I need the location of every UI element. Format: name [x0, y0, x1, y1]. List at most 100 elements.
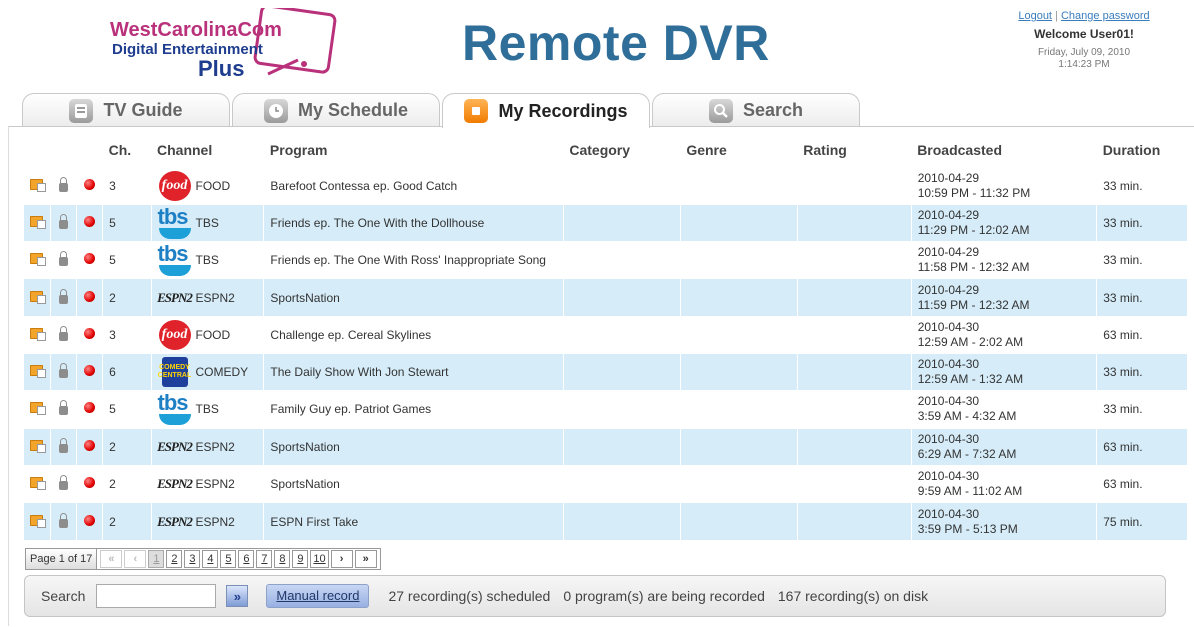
folder-icon[interactable] [30, 215, 47, 229]
page-link[interactable]: 3 [184, 550, 201, 568]
table-row[interactable]: 5 tbs TBS Friends ep. The One With the Doll… [24, 203, 1188, 242]
table-row[interactable]: 3 food FOOD Challenge ep. Cereal Skylines 20… [24, 315, 1188, 354]
cell-program: Friends ep. The One With Ross' Inappropr… [263, 241, 564, 279]
lock-icon[interactable] [58, 400, 68, 416]
record-icon [464, 99, 489, 123]
folder-icon[interactable] [30, 253, 47, 267]
table-row[interactable]: 5 tbs TBS Family Guy ep. Patriot Games 2010-… [24, 390, 1188, 429]
tab-my-recordings-label: My Recordings [498, 100, 628, 121]
manual-record-button[interactable]: Manual record [266, 584, 370, 608]
cell-broadcasted: 2010-04-29 11:58 PM - 12:32 AM [911, 241, 1098, 279]
channel-logo: COMEDY CENTRAL [158, 356, 192, 388]
record-dot-icon[interactable] [84, 365, 95, 377]
table-row[interactable]: 5 tbs TBS Friends ep. The One With Ross' In… [24, 241, 1188, 279]
folder-cell [24, 203, 51, 242]
record-dot-icon[interactable] [84, 290, 95, 302]
page-link[interactable]: 9 [292, 550, 309, 568]
scheduled-count: 27 recording(s) scheduled [388, 588, 551, 604]
record-cell [76, 278, 104, 317]
tab-my-schedule[interactable]: My Schedule [232, 93, 440, 127]
cell-program: Barefoot Contessa ep. Good Catch [263, 166, 564, 205]
folder-icon[interactable] [30, 514, 47, 528]
cell-broadcasted: 2010-04-30 3:59 PM - 5:13 PM [911, 502, 1098, 540]
cell-genre [680, 502, 798, 540]
table-row[interactable]: 3 food FOOD Barefoot Contessa ep. Good Catc… [24, 166, 1188, 205]
table-row[interactable]: 6 COMEDY CENTRAL COMEDY The Daily Show With… [24, 352, 1188, 391]
lock-icon[interactable] [58, 437, 68, 453]
record-dot-icon[interactable] [84, 439, 95, 451]
last-page-button[interactable]: » [354, 550, 377, 568]
folder-icon[interactable] [30, 290, 47, 304]
record-dot-icon[interactable] [84, 215, 95, 227]
record-dot-icon[interactable] [84, 178, 95, 190]
folder-cell [24, 241, 51, 279]
cell-ch: 2 [102, 427, 152, 466]
folder-cell [24, 390, 51, 429]
header-duration[interactable]: Duration [1097, 133, 1188, 167]
lock-icon[interactable] [58, 363, 68, 379]
table-row[interactable]: 2 ESPN2 ESPN2 SportsNation 2010-04-29 11:59 P… [24, 278, 1188, 317]
page-link[interactable]: 8 [274, 550, 291, 568]
header-ch[interactable]: Ch. [103, 133, 151, 167]
tab-my-schedule-label: My Schedule [297, 100, 409, 120]
header-program[interactable]: Program [264, 133, 563, 167]
folder-icon[interactable] [30, 477, 47, 491]
page-link[interactable]: 2 [166, 550, 183, 568]
folder-icon[interactable] [30, 365, 47, 379]
first-page-button: « [100, 550, 123, 568]
header-category[interactable]: Category [563, 133, 680, 167]
cell-category [563, 278, 681, 317]
tab-my-recordings[interactable]: My Recordings [442, 93, 650, 128]
folder-icon[interactable] [30, 178, 47, 192]
table-row[interactable]: 2 ESPN2 ESPN2 ESPN First Take 2010-04-30 3:59… [24, 502, 1188, 540]
header-rating[interactable]: Rating [797, 133, 911, 167]
lock-icon[interactable] [58, 251, 68, 267]
lock-icon[interactable] [58, 213, 68, 229]
record-dot-icon[interactable] [84, 514, 95, 526]
table-row[interactable]: 2 ESPN2 ESPN2 SportsNation 2010-04-30 9:59 AM… [24, 464, 1188, 503]
broadcast-date: 2010-04-30 [917, 357, 980, 372]
record-dot-icon[interactable] [84, 402, 95, 414]
record-dot-icon[interactable] [84, 327, 95, 339]
cell-program: The Daily Show With Jon Stewart [263, 352, 564, 391]
folder-cell [24, 464, 51, 503]
lock-icon[interactable] [58, 176, 68, 192]
folder-icon[interactable] [30, 327, 47, 341]
search-input[interactable] [96, 584, 217, 608]
table-row[interactable]: 2 ESPN2 ESPN2 SportsNation 2010-04-30 6:29 AM… [24, 427, 1188, 466]
page-link[interactable]: 5 [220, 550, 237, 568]
lock-icon[interactable] [58, 288, 68, 304]
cell-program: SportsNation [263, 427, 564, 466]
channel-name: ESPN2 [195, 290, 235, 305]
bottom-toolbar: Search » Manual record 27 recording(s) s… [24, 575, 1166, 617]
lock-icon[interactable] [58, 475, 68, 491]
header: WestCarolinaCom Digital Entertainment Pl… [0, 0, 1194, 92]
lock-icon[interactable] [58, 325, 68, 341]
lock-icon[interactable] [58, 512, 68, 528]
folder-icon[interactable] [30, 439, 47, 453]
record-dot-icon[interactable] [84, 477, 95, 489]
next-page-button[interactable]: › [330, 550, 353, 568]
tab-tv-guide[interactable]: TV Guide [22, 93, 230, 127]
header-broadcasted[interactable]: Broadcasted [911, 133, 1097, 167]
logout-link[interactable]: Logout [1018, 10, 1052, 22]
change-password-link[interactable]: Change password [1061, 10, 1150, 22]
broadcast-time: 9:59 AM - 11:02 AM [917, 484, 1023, 499]
cell-duration: 63 min. [1096, 464, 1188, 503]
cell-genre [680, 203, 798, 242]
header-genre[interactable]: Genre [680, 133, 797, 167]
cell-rating [797, 427, 912, 466]
search-go-button[interactable]: » [226, 585, 249, 607]
page-link[interactable]: 4 [202, 550, 219, 568]
page-link[interactable]: 7 [256, 550, 273, 568]
channel-name: ESPN2 [195, 439, 235, 454]
channel-logo: tbs [158, 204, 192, 239]
page-link[interactable]: 6 [238, 550, 255, 568]
cell-duration: 33 min. [1096, 352, 1188, 391]
tab-search[interactable]: Search [652, 93, 860, 127]
folder-icon[interactable] [30, 402, 47, 416]
record-dot-icon[interactable] [84, 253, 95, 265]
cell-rating [797, 352, 912, 391]
page-link[interactable]: 10 [310, 550, 329, 568]
header-channel[interactable]: Channel [151, 133, 264, 167]
